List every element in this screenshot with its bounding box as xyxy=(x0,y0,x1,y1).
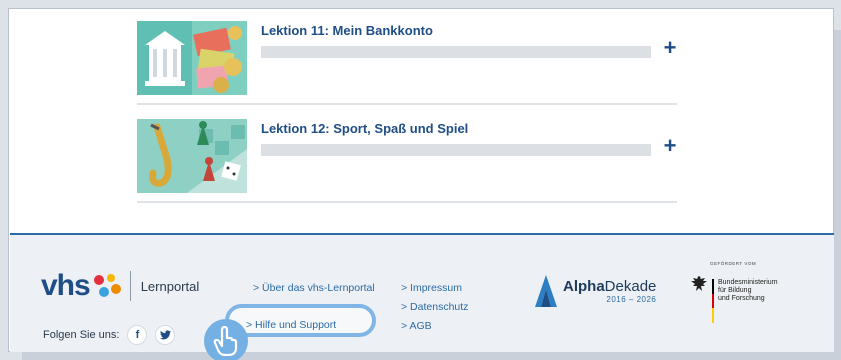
bmbf-logo[interactable]: GEFÖRDERT VOM Bundesministerium für Bild… xyxy=(690,255,810,325)
federal-eagle-icon xyxy=(691,276,707,291)
footer: vhs Lernportal Folgen Sie uns: f > Über … xyxy=(10,233,834,360)
shadow-right xyxy=(834,30,841,360)
hand-pointer-icon xyxy=(204,319,248,360)
german-flag-stripe xyxy=(712,279,714,323)
follow-label: Folgen Sie uns: xyxy=(43,329,120,341)
plus-icon[interactable]: + xyxy=(661,37,679,59)
link-about[interactable]: > Über das vhs-Lernportal xyxy=(253,282,375,294)
bmbf-name: Bundesministerium für Bildung und Forsch… xyxy=(718,279,778,302)
vhs-logo-dots-icon xyxy=(93,274,121,297)
shadow-bottom xyxy=(22,352,841,360)
link-impressum[interactable]: > Impressum xyxy=(401,282,462,294)
alphadekade-years: 2016 – 2026 xyxy=(606,294,657,304)
logo-divider xyxy=(129,271,131,301)
lesson-item-12[interactable]: Lektion 12: Sport, Spaß und Spiel + xyxy=(137,111,677,203)
portal-label: Lernportal xyxy=(140,278,200,294)
link-agb[interactable]: > AGB xyxy=(401,320,432,332)
twitter-icon[interactable] xyxy=(155,325,176,345)
lesson-title[interactable]: Lektion 12: Sport, Spaß und Spiel xyxy=(261,121,468,136)
progress-bar xyxy=(261,144,651,156)
link-datenschutz[interactable]: > Datenschutz xyxy=(401,301,468,313)
lesson-item-11[interactable]: Lektion 11: Mein Bankkonto + xyxy=(137,13,677,105)
facebook-icon[interactable]: f xyxy=(127,325,148,345)
vhs-logo-text: vhs xyxy=(41,269,91,302)
browser-frame: Lektion 11: Mein Bankkonto + Lektion 12:… xyxy=(8,8,834,360)
bank-illustration xyxy=(137,21,247,95)
plus-icon[interactable]: + xyxy=(661,135,679,157)
progress-bar xyxy=(261,46,651,58)
lesson-title[interactable]: Lektion 11: Mein Bankkonto xyxy=(261,23,433,38)
follow-us: Folgen Sie uns: f xyxy=(43,325,176,345)
alphadekade-logo[interactable]: AlphaDekade 2016 – 2026 xyxy=(535,275,656,307)
sport-game-illustration xyxy=(137,119,247,193)
vhs-logo[interactable]: vhs Lernportal xyxy=(41,271,199,301)
link-help-support[interactable]: > Hilfe und Support xyxy=(246,319,336,331)
bmbf-funded-label: GEFÖRDERT VOM xyxy=(710,261,757,266)
alphadekade-name: AlphaDekade xyxy=(563,277,657,295)
alphadekade-a-icon xyxy=(535,275,557,307)
